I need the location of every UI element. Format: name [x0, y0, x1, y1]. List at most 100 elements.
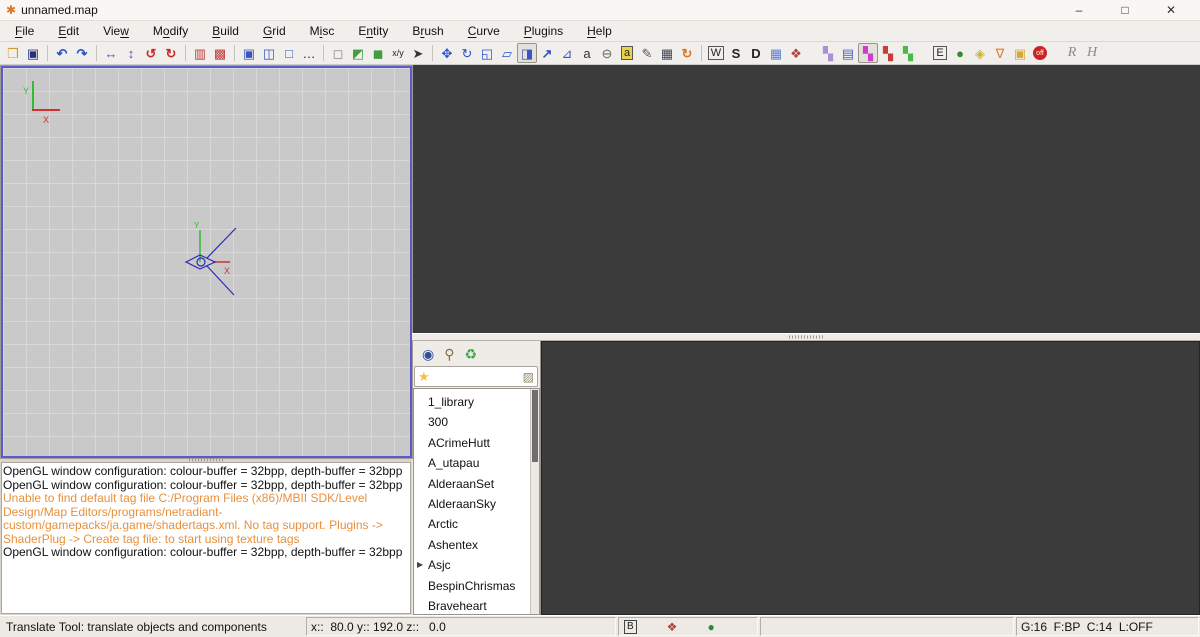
window-title: unnamed.map	[21, 3, 98, 17]
more-tools-button[interactable]: …	[299, 43, 319, 63]
menu-modify[interactable]: Modify	[141, 22, 200, 40]
resize-mode-button[interactable]: ◨	[517, 43, 537, 63]
texture-folder-BespinChrismas[interactable]: BespinChrismas	[414, 576, 530, 596]
magnifier-pencil-icon[interactable]: ⚲	[444, 347, 454, 361]
close-button[interactable]: ✕	[1148, 3, 1194, 17]
texture-display-area[interactable]	[541, 341, 1200, 615]
select-by-name-button[interactable]: a	[577, 43, 597, 63]
menu-misc[interactable]: Misc	[298, 22, 347, 40]
undo-button[interactable]: ↶	[52, 43, 72, 63]
filter-translucent-button[interactable]: ▚	[818, 43, 838, 63]
solid-mode-button[interactable]: S	[726, 43, 746, 63]
texture-search-input[interactable]	[432, 370, 523, 384]
diamond-button[interactable]: ◈	[970, 43, 990, 63]
texture-folder-ACrimeHutt[interactable]: ACrimeHutt	[414, 433, 530, 453]
texture-folder-A_utapau[interactable]: A_utapau	[414, 453, 530, 473]
box-button[interactable]: ▣	[1010, 43, 1030, 63]
tag-brush-icon[interactable]: ▨	[523, 370, 537, 384]
rotate-tool-button[interactable]: ↻	[457, 43, 477, 63]
texture-folder-Asjc[interactable]: ▶Asjc	[414, 555, 530, 575]
open-button[interactable]: ❒	[3, 43, 23, 63]
filter-window-button[interactable]: ▤	[838, 43, 858, 63]
filter-green-button[interactable]: ▚	[898, 43, 918, 63]
r-button[interactable]: R	[1062, 43, 1082, 63]
entity-names-button[interactable]: E	[930, 43, 950, 63]
folder-scrollbar-thumb[interactable]	[532, 390, 538, 462]
cone-button[interactable]: ∇	[990, 43, 1010, 63]
menu-file[interactable]: File	[3, 22, 46, 40]
wireframe-mode-button[interactable]: W	[706, 43, 726, 63]
flip-vertical-button[interactable]: ↕	[121, 43, 141, 63]
viewport-2d[interactable]: Y X Y X	[1, 66, 412, 458]
console-log[interactable]: OpenGL window configuration: colour-buff…	[1, 462, 411, 614]
texture-region: ◉⚲♻ ★ ▨ 1_library300ACrimeHuttA_utapauAl…	[412, 341, 1200, 615]
menu-grid[interactable]: Grid	[251, 22, 298, 40]
folder-scrollbar[interactable]	[530, 389, 539, 614]
texture-folder-AlderaanSky[interactable]: AlderaanSky	[414, 494, 530, 514]
texture-folder-300[interactable]: 300	[414, 412, 530, 432]
csg-subtract-icon: ▥	[194, 47, 206, 60]
texture-folder-AlderaanSet[interactable]: AlderaanSet	[414, 474, 530, 494]
pointer-mode-button[interactable]: ➤	[408, 43, 428, 63]
detail-mode-button[interactable]: D	[746, 43, 766, 63]
light-button[interactable]: ●	[950, 43, 970, 63]
csg-hollow-button[interactable]: ▩	[210, 43, 230, 63]
rotate-tool-icon: ↻	[462, 47, 473, 60]
save-icon: ▣	[27, 47, 39, 60]
status-coordinates: x:: 80.0 y:: 192.0 z:: 0.0	[306, 617, 616, 636]
filter-red-button[interactable]: ▚	[878, 43, 898, 63]
texture-pencil-button[interactable]: ✎	[637, 43, 657, 63]
clipper-button[interactable]: □	[279, 43, 299, 63]
csg-subtract-button[interactable]: ▥	[190, 43, 210, 63]
translate-tool-button[interactable]: ✥	[437, 43, 457, 63]
minimize-button[interactable]: –	[1056, 3, 1102, 17]
menu-help[interactable]: Help	[575, 22, 624, 40]
menu-curve[interactable]: Curve	[456, 22, 512, 40]
filter-clip-button[interactable]: ▚	[858, 43, 878, 63]
lattice-button[interactable]: ❖	[786, 43, 806, 63]
texture-folder-Arctic[interactable]: Arctic	[414, 514, 530, 534]
texture-lock-button[interactable]: a	[617, 43, 637, 63]
refresh-references-button[interactable]: ↻	[677, 43, 697, 63]
texture-folder-Braveheart[interactable]: Braveheart	[414, 596, 530, 614]
expander-arrow-icon[interactable]: ▶	[417, 555, 423, 575]
entity-list-button[interactable]: ▦	[657, 43, 677, 63]
select-complete-tall-button[interactable]: ◻	[328, 43, 348, 63]
texture-folder-Ashentex[interactable]: Ashentex	[414, 535, 530, 555]
camera-entity[interactable]: Y X	[186, 221, 236, 295]
drag-corner-button[interactable]: ↗	[537, 43, 557, 63]
change-views-button[interactable]: x/y	[388, 43, 408, 63]
save-button[interactable]: ▣	[23, 43, 43, 63]
menu-brush[interactable]: Brush	[400, 22, 455, 40]
console-splitter[interactable]	[0, 458, 412, 462]
cursor-text-icon: a	[583, 47, 590, 60]
lights-off-button[interactable]: off	[1030, 43, 1050, 63]
favorites-star-icon[interactable]: ★	[415, 369, 432, 385]
maximize-button[interactable]: □	[1102, 3, 1148, 17]
skew-tool-button[interactable]: ▱	[497, 43, 517, 63]
menu-edit[interactable]: Edit	[46, 22, 91, 40]
split-selection-button[interactable]: ◫	[259, 43, 279, 63]
patch-disc-button[interactable]: ⊖	[597, 43, 617, 63]
rotate-ccw-button[interactable]: ↺	[141, 43, 161, 63]
flip-horizontal-button[interactable]: ↔	[101, 43, 121, 63]
texture-splitter[interactable]	[412, 333, 1200, 341]
select-inside-button[interactable]: ◼	[368, 43, 388, 63]
rotate-cw-button[interactable]: ↻	[161, 43, 181, 63]
h-button[interactable]: H	[1082, 43, 1102, 63]
camera-3d-view[interactable]	[412, 65, 1200, 333]
eye-icon[interactable]: ◉	[422, 347, 434, 361]
make-room-button[interactable]: ▣	[239, 43, 259, 63]
select-touching-button[interactable]: ◩	[348, 43, 368, 63]
menu-view[interactable]: View	[91, 22, 141, 40]
recycle-icon[interactable]: ♻	[464, 347, 477, 361]
texture-folder-1_library[interactable]: 1_library	[414, 392, 530, 412]
menu-plugins[interactable]: Plugins	[512, 22, 575, 40]
redo-button[interactable]: ↷	[72, 43, 92, 63]
menu-build[interactable]: Build	[200, 22, 251, 40]
vertex-edit-button[interactable]: ⊿	[557, 43, 577, 63]
surface-inspector-button[interactable]: ▦	[766, 43, 786, 63]
toolbar: ❒▣↶↷↔↕↺↻▥▩▣◫□…◻◩◼x/y➤✥↻◱▱◨↗⊿a⊖a✎▦↻WSD▦❖▚…	[0, 42, 1200, 65]
menu-entity[interactable]: Entity	[346, 22, 400, 40]
scale-tool-button[interactable]: ◱	[477, 43, 497, 63]
